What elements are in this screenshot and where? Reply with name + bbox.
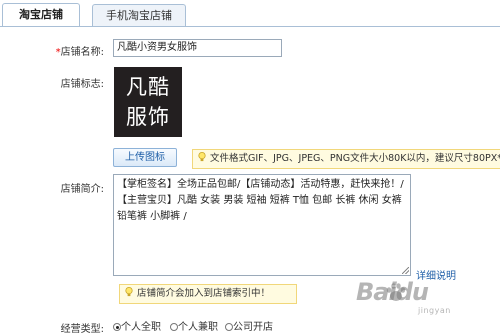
option-label: 个人全职: [121, 322, 161, 333]
shop-intro-label: 店铺简介:: [60, 184, 104, 195]
shop-name-label-text: 店铺名称:: [60, 47, 104, 58]
logo-text-line1: 凡酷: [126, 75, 170, 99]
shop-intro-textarea[interactable]: 【掌柜签名】全场正品包邮/【店铺动态】活动特惠，赶快来抢！/【主营宝贝】凡酷 女…: [113, 174, 411, 276]
lightbulb-icon: [198, 152, 206, 162]
business-type-label: 经营类型:: [60, 324, 104, 335]
logo-format-tip: 文件格式GIF、JPG、JPEG、PNG文件大小80K以内，建议尺寸80PX*8…: [192, 149, 500, 169]
resize-handle[interactable]: [402, 267, 409, 274]
shop-intro-text: 【掌柜签名】全场正品包邮/【店铺动态】活动特惠，赶快来抢！/【主营宝贝】凡酷 女…: [117, 179, 404, 222]
upload-logo-button[interactable]: 上传图标: [113, 148, 177, 167]
radio-button[interactable]: [170, 323, 178, 331]
shop-name-input[interactable]: 凡酷小资男女服饰: [113, 39, 282, 57]
tab-divider: [0, 26, 500, 27]
lightbulb-icon: [125, 287, 133, 297]
shop-logo-image: 凡酷 服饰: [114, 67, 182, 137]
logo-text-line2: 服饰: [126, 105, 170, 129]
intro-index-tip-text: 店铺简介会加入到店铺索引中！: [137, 288, 271, 299]
tab-mobile-taobao-shop[interactable]: 手机淘宝店铺: [92, 4, 186, 26]
paw-logo-icon: [386, 283, 406, 301]
shop-logo-label: 店铺标志:: [60, 79, 104, 90]
business-type-option-fulltime[interactable]: 个人全职: [113, 318, 161, 333]
intro-index-tip: 店铺简介会加入到店铺索引中！: [119, 284, 297, 304]
option-label: 公司开店: [233, 322, 273, 333]
radio-button[interactable]: [225, 323, 233, 331]
baidu-jingyan-watermark: Baidu jingyan: [326, 278, 496, 318]
tab-taobao-shop[interactable]: 淘宝店铺: [2, 3, 80, 27]
option-label: 个人兼职: [178, 322, 218, 333]
business-type-option-parttime[interactable]: 个人兼职: [170, 318, 218, 333]
business-type-option-company[interactable]: 公司开店: [225, 318, 273, 333]
logo-format-tip-text: 文件格式GIF、JPG、JPEG、PNG文件大小80K以内，建议尺寸80PX*8…: [210, 153, 500, 164]
radio-button-selected[interactable]: [113, 323, 121, 331]
tab-bar: 淘宝店铺 手机淘宝店铺: [0, 0, 500, 28]
watermark-subtext: jingyan: [418, 306, 451, 315]
shop-name-label: *店铺名称:: [34, 43, 104, 58]
